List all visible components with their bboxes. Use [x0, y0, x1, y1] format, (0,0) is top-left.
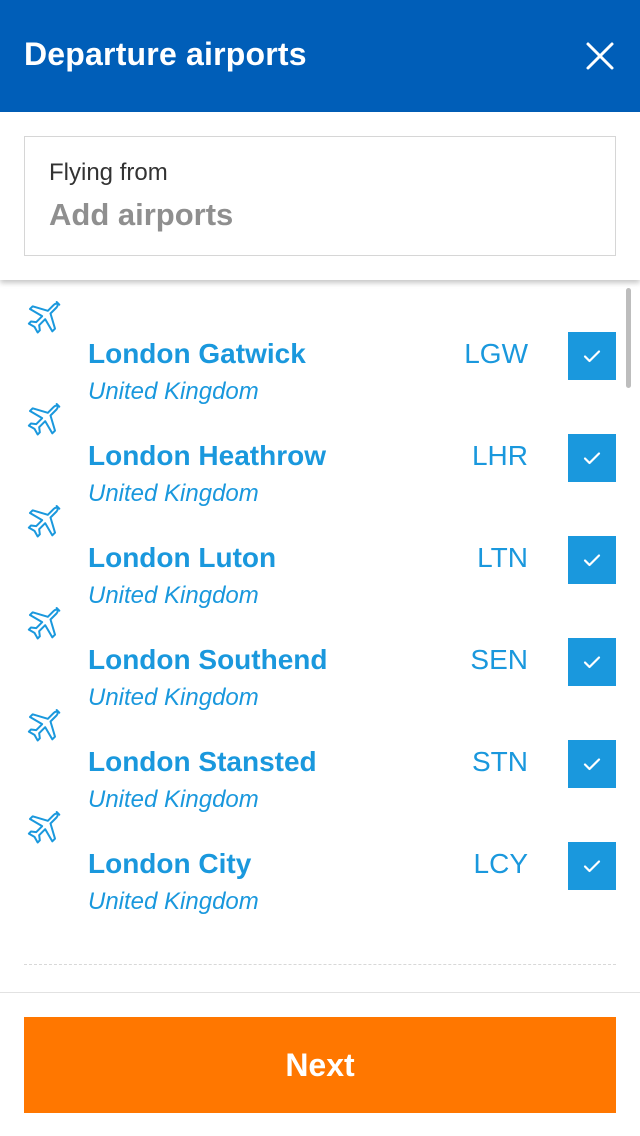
- airport-name: London Luton: [88, 542, 277, 573]
- checkmark-icon: [583, 758, 601, 771]
- checkmark-icon: [583, 860, 601, 873]
- airport-name: London Southend: [88, 644, 328, 675]
- plane-icon: [27, 811, 61, 844]
- airport-code: LGW: [464, 338, 528, 369]
- close-button[interactable]: [578, 34, 622, 78]
- airport-row[interactable]: London Heathrow United Kingdom LHR: [0, 382, 640, 507]
- flying-from-field[interactable]: Flying from: [24, 136, 616, 256]
- airport-code: SEN: [470, 644, 528, 675]
- plane-icon: [27, 403, 61, 436]
- airport-row[interactable]: London City United Kingdom LCY: [0, 790, 640, 915]
- airport-row[interactable]: London Luton United Kingdom LTN: [0, 484, 640, 609]
- airport-row[interactable]: London Southend United Kingdom SEN: [0, 586, 640, 711]
- airport-checkbox[interactable]: [568, 332, 616, 380]
- checkmark-icon: [583, 452, 601, 465]
- header-bar: Departure airports: [0, 0, 640, 112]
- plane-icon: [27, 607, 61, 640]
- airport-checkbox[interactable]: [568, 842, 616, 890]
- airport-code: LCY: [473, 848, 528, 879]
- airport-code: LHR: [471, 440, 528, 471]
- airport-name: London Heathrow: [88, 440, 326, 471]
- checkmark-icon: [583, 656, 601, 669]
- airport-search-input[interactable]: [49, 195, 589, 235]
- footer: Next: [0, 992, 640, 1136]
- airport-list[interactable]: London Gatwick United Kingdom LGW London…: [0, 280, 640, 992]
- plane-icon: [27, 301, 61, 334]
- checkmark-icon: [583, 350, 601, 363]
- airport-checkbox[interactable]: [568, 536, 616, 584]
- close-icon: [586, 42, 614, 70]
- list-divider: [24, 964, 616, 965]
- airport-code: STN: [472, 746, 528, 777]
- airport-checkbox[interactable]: [568, 638, 616, 686]
- next-button[interactable]: Next: [24, 1017, 616, 1113]
- airport-name: London Gatwick: [88, 338, 306, 369]
- plane-icon: [27, 709, 61, 742]
- airport-code: LTN: [477, 542, 528, 573]
- airport-row[interactable]: London Stansted United Kingdom STN: [0, 688, 640, 813]
- airport-name: London City: [88, 848, 252, 879]
- airport-checkbox[interactable]: [568, 434, 616, 482]
- airport-name: London Stansted: [88, 746, 317, 777]
- checkmark-icon: [583, 554, 601, 567]
- flying-from-label: Flying from: [49, 159, 168, 186]
- airport-row[interactable]: London Gatwick United Kingdom LGW: [0, 280, 640, 405]
- airport-country: United Kingdom: [88, 888, 259, 915]
- page-title: Departure airports: [24, 36, 307, 72]
- search-section: Flying from: [0, 112, 640, 280]
- airport-checkbox[interactable]: [568, 740, 616, 788]
- plane-icon: [27, 505, 61, 538]
